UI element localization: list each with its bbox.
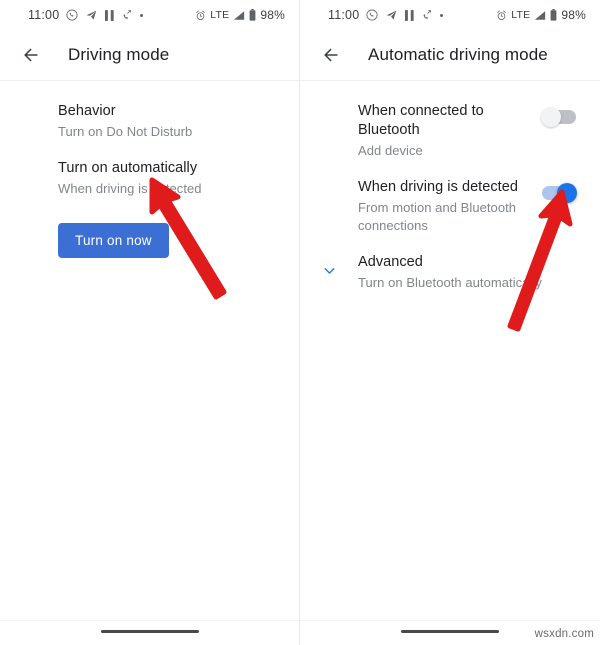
settings-list-left: Behavior Turn on Do Not Disturb Turn on … xyxy=(0,81,299,258)
bottom-divider-left xyxy=(0,620,299,621)
row-leading-spacer xyxy=(0,159,58,168)
whatsapp-icon xyxy=(366,9,378,21)
pause-icon xyxy=(105,9,114,21)
list-item-title: Turn on automatically xyxy=(58,160,198,176)
row-leading-spacer xyxy=(0,102,58,111)
right-phone-screen: 11:00 LTE 98% Automatic driving mode Whe… xyxy=(300,0,600,645)
status-bar-right: 11:00 LTE 98% xyxy=(300,0,600,30)
chevron-down-icon xyxy=(324,268,334,274)
battery-icon xyxy=(550,9,557,21)
list-item-subtitle: Add device xyxy=(358,143,423,158)
page-title-right: Automatic driving mode xyxy=(368,45,548,64)
list-item-subtitle: When driving is detected xyxy=(58,181,202,196)
back-button-left[interactable] xyxy=(14,38,48,72)
status-bar-right-group: LTE 98% xyxy=(496,8,586,22)
dual-screenshot-container: 11:00 LTE 98% Driving mode Behavior Turn… xyxy=(0,0,600,645)
row-control xyxy=(532,102,586,127)
page-title-left: Driving mode xyxy=(68,45,170,64)
alarm-icon xyxy=(497,10,507,20)
back-button-right[interactable] xyxy=(314,38,348,72)
list-item-title: When driving is detected xyxy=(358,179,518,195)
toggle-thumb xyxy=(541,107,561,127)
list-item-subtitle: Turn on Bluetooth automatically xyxy=(358,275,542,290)
list-item-behavior[interactable]: Behavior Turn on Do Not Disturb xyxy=(0,93,299,150)
status-time: 11:00 xyxy=(328,8,360,22)
toggle-thumb xyxy=(557,183,577,203)
arrow-back-icon xyxy=(24,48,38,62)
missed-call-icon xyxy=(123,10,132,19)
list-item-turn-on-automatically[interactable]: Turn on automatically When driving is de… xyxy=(0,150,299,207)
status-time: 11:00 xyxy=(28,8,60,22)
turn-on-now-button[interactable]: Turn on now xyxy=(58,223,169,258)
turn-on-now-button-wrap: Turn on now xyxy=(0,207,299,258)
more-dot-icon xyxy=(440,13,444,17)
network-type-label: LTE xyxy=(210,9,230,21)
list-item-subtitle: Turn on Do Not Disturb xyxy=(58,124,193,139)
list-item-subtitle: From motion and Bluetooth connections xyxy=(358,200,517,233)
row-text-block: Advanced Turn on Bluetooth automatically xyxy=(358,253,586,292)
bottom-divider-right xyxy=(300,620,600,621)
bluetooth-connected-toggle[interactable] xyxy=(541,107,576,127)
alarm-icon xyxy=(196,10,206,20)
app-bar-left: Driving mode xyxy=(0,30,299,80)
list-item-title: When connected to Bluetooth xyxy=(358,103,484,138)
list-item-advanced[interactable]: Advanced Turn on Bluetooth automatically xyxy=(300,244,600,301)
network-type-label: LTE xyxy=(511,9,531,21)
row-text-block: When connected to Bluetooth Add device xyxy=(358,102,532,160)
telegram-icon xyxy=(386,10,397,20)
battery-icon xyxy=(249,9,256,21)
pause-icon xyxy=(405,9,414,21)
list-item-title: Advanced xyxy=(358,254,423,270)
status-bar-left-group: 11:00 xyxy=(0,8,144,22)
arrow-back-icon xyxy=(324,48,338,62)
row-leading-spacer xyxy=(300,178,358,187)
list-item-when-driving-is-detected[interactable]: When driving is detected From motion and… xyxy=(300,169,600,244)
list-item-when-connected-to-bluetooth[interactable]: When connected to Bluetooth Add device xyxy=(300,93,600,169)
settings-list-right: When connected to Bluetooth Add device W… xyxy=(300,81,600,301)
whatsapp-icon xyxy=(66,9,78,21)
app-bar-right: Automatic driving mode xyxy=(300,30,600,80)
nav-gesture-pill-right[interactable] xyxy=(401,630,499,633)
status-bar-left-group: 11:00 xyxy=(300,8,444,22)
watermark: wsxdn.com xyxy=(534,628,594,640)
row-control xyxy=(532,178,586,203)
row-text-block: Behavior Turn on Do Not Disturb xyxy=(58,102,285,141)
nav-gesture-pill-left[interactable] xyxy=(100,630,199,633)
left-phone-screen: 11:00 LTE 98% Driving mode Behavior Turn… xyxy=(0,0,300,645)
row-text-block: Turn on automatically When driving is de… xyxy=(58,159,285,198)
status-bar-right-group: LTE 98% xyxy=(195,8,285,22)
row-text-block: When driving is detected From motion and… xyxy=(358,178,532,235)
list-item-title: Behavior xyxy=(58,103,116,119)
battery-percent-label: 98% xyxy=(561,8,586,22)
driving-detected-toggle[interactable] xyxy=(542,183,577,203)
battery-percent-label: 98% xyxy=(260,8,285,22)
signal-icon xyxy=(535,10,546,20)
more-dot-icon xyxy=(140,13,144,17)
signal-icon xyxy=(234,10,245,20)
row-leading-expander[interactable] xyxy=(300,253,358,279)
telegram-icon xyxy=(86,10,97,20)
missed-call-icon xyxy=(423,10,432,19)
status-bar-left: 11:00 LTE 98% xyxy=(0,0,299,30)
row-leading-spacer xyxy=(300,102,358,111)
